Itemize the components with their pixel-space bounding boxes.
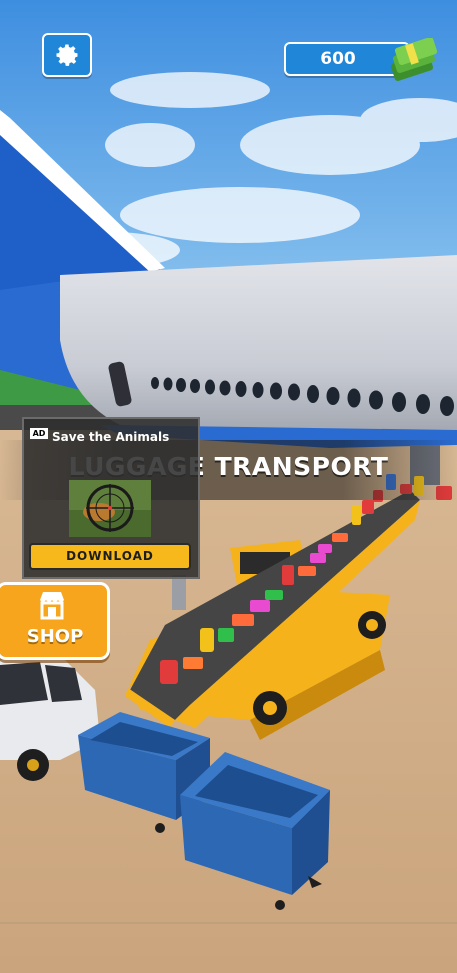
shop-label: SHOP bbox=[26, 626, 84, 647]
settings-button[interactable] bbox=[42, 33, 92, 77]
download-button[interactable]: DOWNLOAD bbox=[29, 543, 191, 570]
ad-title: Save the Animals bbox=[52, 430, 170, 444]
money-value: 600 bbox=[320, 49, 356, 69]
cash-stack-icon bbox=[390, 38, 438, 81]
ad-sign-pole bbox=[172, 575, 186, 610]
ground-line bbox=[0, 922, 457, 924]
ad-badge: AD bbox=[30, 428, 48, 439]
sniper-scope-icon[interactable] bbox=[69, 480, 151, 537]
storefront-icon bbox=[40, 592, 64, 620]
gear-icon bbox=[56, 44, 78, 66]
